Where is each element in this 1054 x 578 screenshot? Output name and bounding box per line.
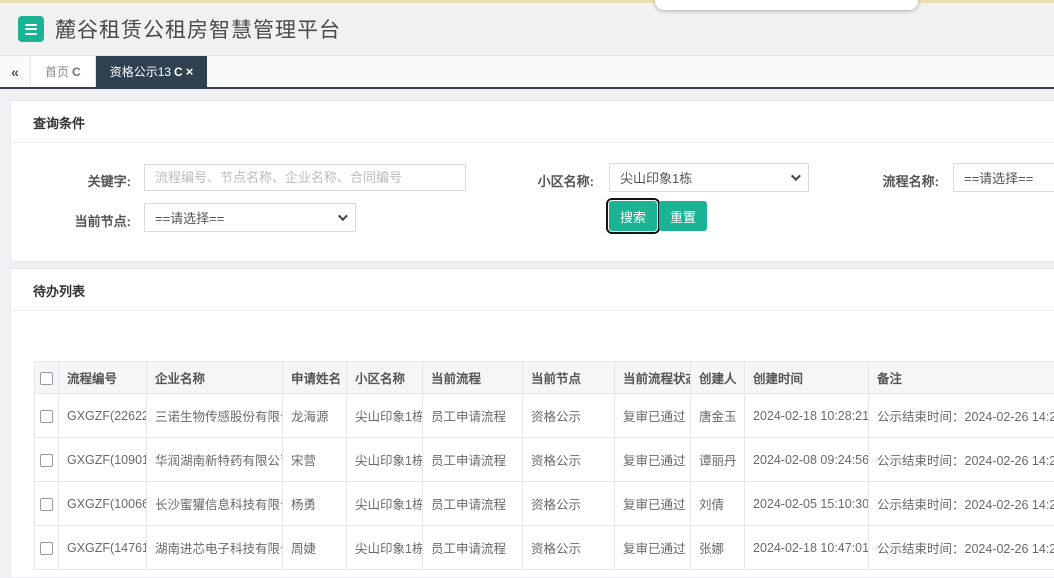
- process-name-select-value: ==请选择==: [964, 168, 1033, 187]
- keyword-input[interactable]: [144, 164, 466, 191]
- hamburger-menu-icon[interactable]: [18, 16, 44, 42]
- table-cell: 宋营: [283, 438, 347, 482]
- chevron-down-icon: [338, 211, 348, 221]
- column-header: 当前节点: [523, 362, 615, 394]
- todo-panel-title: 待办列表: [11, 269, 1054, 311]
- table-cell: 资格公示: [523, 482, 615, 526]
- tab-bar: « 首页C 资格公示13C×: [0, 55, 1054, 89]
- table-cell: 谭丽丹: [691, 438, 745, 482]
- table-cell: GXGZF(10901): [59, 438, 147, 482]
- column-header: 小区名称: [347, 362, 423, 394]
- row-checkbox-cell: [35, 394, 59, 438]
- table-cell: 公示结束时间：2024-02-26 14:22:02: [869, 394, 1054, 438]
- table-cell: 三诺生物传感股份有限公司: [147, 394, 283, 438]
- community-select[interactable]: 尖山印象1栋: [609, 163, 809, 192]
- table-row: GXGZF(14761)湖南进芯电子科技有限公司周婕尖山印象1栋员工申请流程资格…: [35, 526, 1054, 570]
- table-cell: 资格公示: [523, 394, 615, 438]
- todo-table: 流程编号企业名称申请姓名小区名称当前流程当前节点当前流程状态创建人创建时间备注 …: [34, 361, 1054, 570]
- todo-table-wrap: 流程编号企业名称申请姓名小区名称当前流程当前节点当前流程状态创建人创建时间备注 …: [34, 361, 1054, 570]
- close-icon[interactable]: ×: [186, 65, 194, 78]
- column-header: 当前流程状态: [615, 362, 691, 394]
- table-cell: 长沙蜜獾信息科技有限公司: [147, 482, 283, 526]
- select-all-cell: [35, 362, 59, 394]
- table-cell: 龙海源: [283, 394, 347, 438]
- table-cell: 张娜: [691, 526, 745, 570]
- row-checkbox-cell: [35, 482, 59, 526]
- table-cell: 华润湖南新特药有限公司: [147, 438, 283, 482]
- row-checkbox[interactable]: [40, 410, 53, 423]
- refresh-icon[interactable]: C: [72, 65, 81, 79]
- browser-popup-remnant: [655, 0, 918, 10]
- table-cell: 尖山印象1栋: [347, 482, 423, 526]
- reset-button[interactable]: 重置: [659, 201, 707, 231]
- query-conditions-panel: 查询条件 关键字: 小区名称: 尖山印象1栋 流程名称: ==请选择== 当前节…: [10, 100, 1054, 262]
- table-cell: 资格公示: [523, 526, 615, 570]
- column-header: 流程编号: [59, 362, 147, 394]
- tab-home[interactable]: 首页C: [30, 56, 96, 87]
- column-header: 创建时间: [745, 362, 869, 394]
- table-cell: 周婕: [283, 526, 347, 570]
- table-cell: 复审已通过: [615, 438, 691, 482]
- table-cell: 刘倩: [691, 482, 745, 526]
- table-header-row: 流程编号企业名称申请姓名小区名称当前流程当前节点当前流程状态创建人创建时间备注: [35, 362, 1054, 394]
- current-node-label: 当前节点:: [11, 211, 131, 230]
- table-cell: 唐金玉: [691, 394, 745, 438]
- column-header: 企业名称: [147, 362, 283, 394]
- table-cell: GXGZF(14761): [59, 526, 147, 570]
- search-button[interactable]: 搜索: [609, 201, 657, 231]
- process-name-label: 流程名称:: [809, 171, 939, 190]
- table-cell: GXGZF(10066): [59, 482, 147, 526]
- table-cell: 2024-02-05 15:10:30: [745, 482, 869, 526]
- select-all-checkbox[interactable]: [40, 372, 53, 385]
- table-cell: 2024-02-18 10:47:01: [745, 526, 869, 570]
- table-cell: 员工申请流程: [423, 394, 523, 438]
- table-cell: 员工申请流程: [423, 526, 523, 570]
- table-cell: 公示结束时间：2024-02-26 14:21:43: [869, 482, 1054, 526]
- community-label: 小区名称:: [466, 171, 594, 190]
- table-cell: 复审已通过: [615, 526, 691, 570]
- table-cell: 公示结束时间：2024-02-26 14:21:34: [869, 526, 1054, 570]
- tab-active-label: 资格公示13: [110, 63, 171, 80]
- table-cell: 2024-02-18 10:28:21: [745, 394, 869, 438]
- keyword-label: 关键字:: [11, 171, 131, 190]
- current-node-select[interactable]: ==请选择==: [144, 203, 356, 232]
- column-header: 当前流程: [423, 362, 523, 394]
- row-checkbox-cell: [35, 526, 59, 570]
- app-header: 麓谷租赁公租房智慧管理平台: [0, 3, 1054, 55]
- row-checkbox[interactable]: [40, 498, 53, 511]
- table-cell: 员工申请流程: [423, 438, 523, 482]
- tab-qualification-publicity[interactable]: 资格公示13C×: [96, 56, 208, 87]
- query-panel-title: 查询条件: [11, 101, 1054, 143]
- table-cell: 复审已通过: [615, 482, 691, 526]
- row-checkbox-cell: [35, 438, 59, 482]
- row-checkbox[interactable]: [40, 454, 53, 467]
- process-name-select[interactable]: ==请选择==: [953, 163, 1054, 192]
- table-row: GXGZF(22622)三诺生物传感股份有限公司龙海源尖山印象1栋员工申请流程资…: [35, 394, 1054, 438]
- table-cell: 2024-02-08 09:24:56: [745, 438, 869, 482]
- column-header: 申请姓名: [283, 362, 347, 394]
- table-cell: 杨勇: [283, 482, 347, 526]
- table-row: GXGZF(10066)长沙蜜獾信息科技有限公司杨勇尖山印象1栋员工申请流程资格…: [35, 482, 1054, 526]
- refresh-icon[interactable]: C: [174, 65, 183, 79]
- table-cell: 尖山印象1栋: [347, 438, 423, 482]
- todo-list-panel: 待办列表 流程编号企业名称申请姓名小区名称当前流程当前节点当前流程状态创建人创建…: [10, 268, 1054, 578]
- column-header: 备注: [869, 362, 1054, 394]
- table-cell: GXGZF(22622): [59, 394, 147, 438]
- table-cell: 湖南进芯电子科技有限公司: [147, 526, 283, 570]
- community-select-value: 尖山印象1栋: [620, 168, 692, 187]
- table-cell: 复审已通过: [615, 394, 691, 438]
- collapse-tabs-icon[interactable]: «: [0, 56, 30, 87]
- table-cell: 尖山印象1栋: [347, 394, 423, 438]
- table-cell: 公示结束时间：2024-02-26 14:21:53: [869, 438, 1054, 482]
- table-cell: 员工申请流程: [423, 482, 523, 526]
- page-title: 麓谷租赁公租房智慧管理平台: [55, 14, 341, 44]
- table-row: GXGZF(10901)华润湖南新特药有限公司宋营尖山印象1栋员工申请流程资格公…: [35, 438, 1054, 482]
- table-cell: 尖山印象1栋: [347, 526, 423, 570]
- column-header: 创建人: [691, 362, 745, 394]
- chevron-down-icon: [791, 171, 801, 181]
- tab-home-label: 首页: [45, 63, 69, 80]
- table-cell: 资格公示: [523, 438, 615, 482]
- current-node-select-value: ==请选择==: [155, 208, 224, 227]
- row-checkbox[interactable]: [40, 542, 53, 555]
